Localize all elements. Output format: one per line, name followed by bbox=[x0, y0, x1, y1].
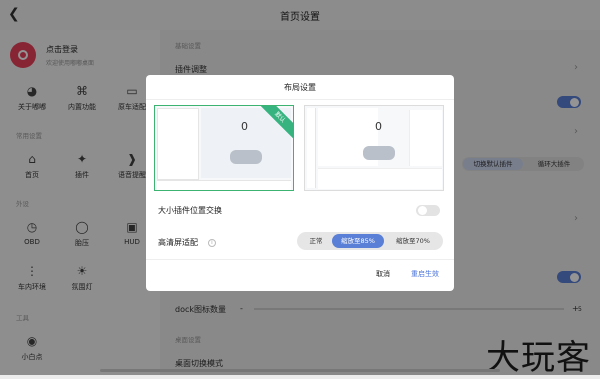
layout-option-alt[interactable]: 0 bbox=[304, 105, 444, 191]
divider bbox=[146, 259, 454, 260]
swap-toggle[interactable] bbox=[416, 205, 440, 216]
preview-value: 0 bbox=[375, 120, 382, 133]
preview-right-panel bbox=[409, 110, 442, 166]
toggle-knob bbox=[417, 206, 427, 215]
preview-left-panel bbox=[157, 108, 199, 180]
restart-apply-button[interactable]: 重启生效 bbox=[411, 269, 439, 279]
layout-settings-dialog: 布局设置 0 默认 0 大小插件位置交换 高清屏适配 i 正常 缩放至85% 缩… bbox=[146, 75, 454, 291]
car-icon bbox=[363, 146, 395, 160]
preview-bottom-panel bbox=[318, 168, 442, 189]
preview-dock bbox=[157, 180, 291, 190]
scale-option-85[interactable]: 缩放至85% bbox=[332, 234, 384, 248]
dialog-title: 布局设置 bbox=[284, 83, 316, 92]
preview-value: 0 bbox=[241, 120, 248, 133]
swap-plugin-position-label: 大小插件位置交换 bbox=[158, 206, 222, 215]
info-icon[interactable]: i bbox=[208, 239, 216, 247]
divider bbox=[146, 99, 454, 100]
layout-option-default[interactable]: 0 默认 bbox=[154, 105, 294, 191]
scale-option-normal[interactable]: 正常 bbox=[301, 234, 331, 248]
hd-screen-adapt-label: 高清屏适配 bbox=[158, 238, 198, 247]
car-icon bbox=[230, 150, 262, 164]
home-indicator[interactable] bbox=[100, 369, 500, 372]
scale-option-70[interactable]: 缩放至70% bbox=[386, 234, 440, 248]
cancel-button[interactable]: 取消 bbox=[376, 269, 390, 279]
preview-side-dock bbox=[307, 108, 316, 188]
watermark: 大玩客 bbox=[486, 338, 591, 378]
scale-selector: 正常 缩放至85% 缩放至70% bbox=[297, 232, 443, 250]
